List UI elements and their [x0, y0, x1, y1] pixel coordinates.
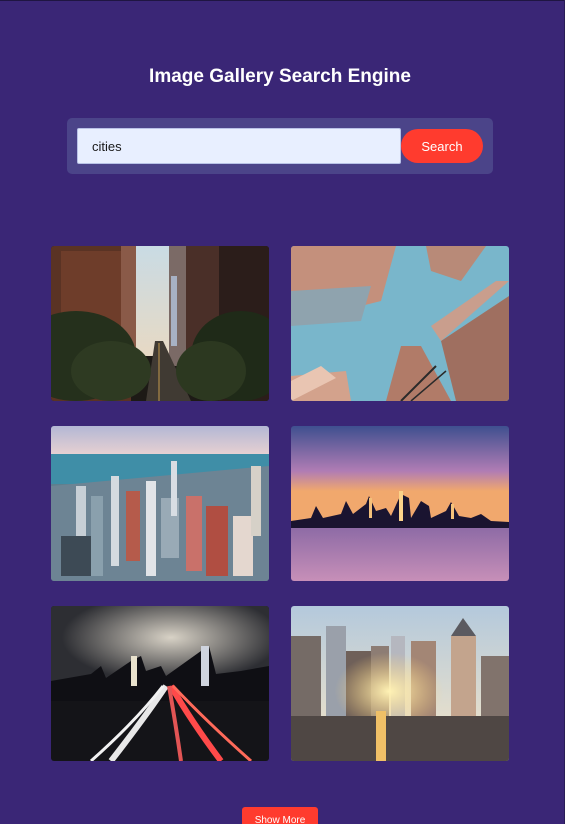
city-sunrise-photo	[291, 606, 509, 761]
show-more-button[interactable]: Show More	[242, 807, 318, 824]
gallery-image[interactable]: skyline-sunset-water	[291, 426, 509, 581]
search-panel: Search	[67, 118, 493, 174]
highway-night-photo	[51, 606, 269, 761]
top-border	[0, 0, 565, 1]
gallery-image[interactable]: skyscrapers-looking-up	[291, 246, 509, 401]
page: Image Gallery Search Engine Search	[0, 0, 565, 824]
city-street-photo	[51, 246, 269, 401]
gallery-image[interactable]: city-sunrise-aerial	[291, 606, 509, 761]
search-button[interactable]: Search	[401, 129, 483, 163]
coastal-city-photo	[51, 426, 269, 581]
search-input[interactable]	[77, 128, 401, 164]
gallery-image[interactable]: highway-light-trails-night	[51, 606, 269, 761]
gallery-image[interactable]: coastal-city-aerial	[51, 426, 269, 581]
gallery-image[interactable]: city-street-trees	[51, 246, 269, 401]
skyline-sunset-photo	[291, 426, 509, 581]
page-title: Image Gallery Search Engine	[149, 66, 411, 87]
skyscrapers-photo	[291, 246, 509, 401]
